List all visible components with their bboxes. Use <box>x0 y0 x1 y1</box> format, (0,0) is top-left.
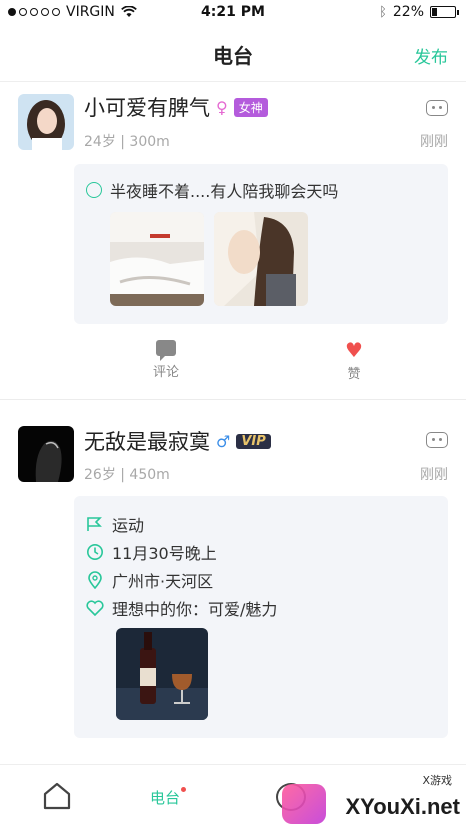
post-card: 无敌是最寂寞 ♂ VIP 26岁 | 450m 刚刚 运动 11月30号晚上 广… <box>0 412 466 752</box>
watermark-small: X游戏 <box>422 774 452 787</box>
like-label: 赞 <box>347 367 361 382</box>
location-pin-icon <box>88 571 102 589</box>
comment-label: 评论 <box>152 365 179 380</box>
tab-bar: 电台 X游戏 XYouXi.net <box>0 764 466 830</box>
home-icon[interactable] <box>42 781 72 811</box>
detail-row: 广州市·天河区 <box>86 568 213 592</box>
nav-bar: 电台 发布 <box>0 26 466 82</box>
detail-row: 运动 <box>86 512 144 536</box>
post-time: 刚刚 <box>420 134 448 150</box>
post-time: 刚刚 <box>420 467 448 483</box>
detail-text: 运动 <box>112 516 145 535</box>
goddess-badge: 女神 <box>233 97 268 117</box>
page-title: 电台 <box>213 44 253 68</box>
comment-icon <box>156 340 176 361</box>
detail-text: 广州市·天河区 <box>112 572 214 591</box>
avatar[interactable] <box>18 426 74 482</box>
chat-icon[interactable] <box>426 432 448 448</box>
user-name-row: 小可爱有脾气 ♀ 女神 <box>84 92 268 122</box>
post-content: 半夜睡不着....有人陪我聊会天吗 <box>74 164 448 324</box>
male-icon: ♂ <box>216 431 231 451</box>
status-bar: VIRGIN 4:21 PM ᛒ 22% <box>0 0 466 26</box>
detail-text: 11月30号晚上 <box>112 544 217 563</box>
detail-row: 11月30号晚上 <box>86 540 217 564</box>
avatar[interactable] <box>18 94 74 150</box>
post-text: 半夜睡不着....有人陪我聊会天吗 <box>110 182 339 201</box>
comment-button[interactable]: 评论 <box>136 340 196 380</box>
post-card: 小可爱有脾气 ♀ 女神 24岁 | 300m 刚刚 半夜睡不着....有人陪我聊… <box>0 82 466 412</box>
notification-dot <box>181 787 187 792</box>
clock-icon <box>87 544 103 560</box>
battery-icon <box>430 6 459 18</box>
publish-button[interactable]: 发布 <box>414 43 448 68</box>
heart-icon: ♥ <box>345 338 363 362</box>
user-name-row: 无敌是最寂寞 ♂ VIP <box>84 426 271 456</box>
watermark-logo <box>282 784 326 824</box>
user-name[interactable]: 小可爱有脾气 <box>84 92 210 122</box>
user-meta: 26岁 | 450m <box>84 467 170 483</box>
post-content: 运动 11月30号晚上 广州市·天河区 理想中的你：可爱/魅力 <box>74 496 448 738</box>
heart-outline-icon <box>86 600 104 616</box>
flag-icon <box>87 517 102 531</box>
message-icon <box>86 182 102 198</box>
vip-badge: VIP <box>236 433 271 449</box>
chat-icon[interactable] <box>426 100 448 116</box>
status-right: ᛒ 22% <box>379 4 459 20</box>
watermark: XYouXi.net <box>345 794 461 819</box>
user-meta: 24岁 | 300m <box>84 134 170 150</box>
detail-text: 理想中的你：可爱/魅力 <box>112 600 278 619</box>
battery-percent: 22% <box>392 4 424 20</box>
user-name[interactable]: 无敌是最寂寞 <box>84 426 210 456</box>
bluetooth-icon: ᛒ <box>379 4 387 20</box>
post-photo-1[interactable] <box>116 628 208 720</box>
tab-radio-label: 电台 <box>150 789 181 807</box>
post-photo-1[interactable] <box>110 212 204 306</box>
tab-radio[interactable]: 电台 <box>150 787 187 808</box>
post-actions: 评论 ♥ 赞 <box>0 340 466 400</box>
post-text-row: 半夜睡不着....有人陪我聊会天吗 <box>86 178 338 202</box>
like-button[interactable]: ♥ 赞 <box>324 340 384 382</box>
female-icon: ♀ <box>216 97 228 117</box>
post-photo-2[interactable] <box>214 212 308 306</box>
detail-row: 理想中的你：可爱/魅力 <box>86 596 277 620</box>
